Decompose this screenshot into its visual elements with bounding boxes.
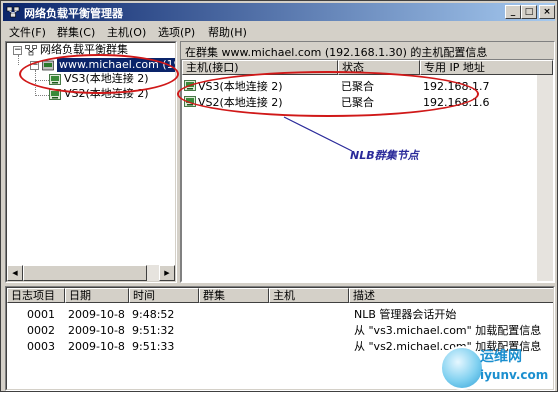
column-header-ip[interactable]: 专用 IP 地址 <box>420 60 553 75</box>
host-icon <box>184 96 196 107</box>
column-header-description[interactable]: 描述 <box>349 288 553 303</box>
log-description: NLB 管理器会话开始 <box>354 308 457 321</box>
tree-item-host-vs2[interactable]: VS2(本地连接 2) <box>64 87 149 101</box>
window-title: 网络负载平衡管理器 <box>24 7 123 20</box>
log-description: 从 "vs3.michael.com" 加载配置信息 <box>354 324 542 337</box>
close-button[interactable]: × <box>539 5 555 19</box>
host-icon <box>49 74 61 85</box>
nlb-manager-window: 网络负载平衡管理器 _ □ × 文件(F) 群集(C) 主机(O) 选项(P) … <box>0 0 558 392</box>
host-detail-panel: 在群集 www.michael.com (192.168.1.30) 的主机配置… <box>180 41 555 283</box>
watermark-text: 运维网 <box>480 349 522 365</box>
column-header-host[interactable]: 主机 <box>269 288 349 303</box>
minimize-button[interactable]: _ <box>505 5 521 19</box>
log-time: 9:48:52 <box>132 308 175 321</box>
log-date: 2009-10-8 <box>68 340 125 353</box>
log-id: 0003 <box>27 340 55 353</box>
menu-host[interactable]: 主机(O) <box>107 24 146 40</box>
nlb-manager-icon <box>6 6 20 18</box>
menu-options[interactable]: 选项(P) <box>158 24 195 40</box>
row-host: VS3(本地连接 2) <box>198 80 283 93</box>
column-header-cluster[interactable]: 群集 <box>199 288 269 303</box>
tree-connector <box>35 95 49 96</box>
log-date: 2009-10-8 <box>68 308 125 321</box>
annotation-label: NLB群集节点 <box>350 149 419 162</box>
log-time: 9:51:33 <box>132 340 175 353</box>
arrow-icon <box>283 116 353 152</box>
host-icon <box>49 89 61 100</box>
row-status: 已聚合 <box>341 80 374 93</box>
column-header-time[interactable]: 时间 <box>129 288 199 303</box>
column-header-host[interactable]: 主机(接口) <box>182 60 338 75</box>
detail-vertical-scrollbar[interactable] <box>537 75 553 281</box>
row-ip: 192.168.1.6 <box>423 96 490 109</box>
column-header-log-id[interactable]: 日志项目 <box>7 288 65 303</box>
log-date: 2009-10-8 <box>68 324 125 337</box>
cluster-tree[interactable]: − 网络负载平衡群集 − www.michael.com (192 VS3(本地… <box>6 42 176 282</box>
row-host: VS2(本地连接 2) <box>198 96 283 109</box>
tree-item-cluster[interactable]: www.michael.com (192 <box>57 58 175 72</box>
cluster-icon <box>25 45 37 56</box>
maximize-button[interactable]: □ <box>521 5 537 19</box>
tree-item-root[interactable]: 网络负载平衡群集 <box>40 43 128 57</box>
scroll-thumb[interactable] <box>23 265 147 281</box>
cluster-tree-panel: − 网络负载平衡群集 − www.michael.com (192 VS3(本地… <box>5 41 177 283</box>
menu-help[interactable]: 帮助(H) <box>208 24 247 40</box>
tree-connector <box>35 70 36 96</box>
watermark-globe-icon <box>440 346 484 390</box>
menu-bar: 文件(F) 群集(C) 主机(O) 选项(P) 帮助(H) <box>3 22 555 39</box>
watermark-url: iyunv.com <box>480 368 549 382</box>
host-list[interactable]: 主机(接口) 状态 专用 IP 地址 VS3(本地连接 2) 已聚合 192.1… <box>181 59 554 282</box>
scroll-right-button[interactable]: ▶ <box>159 265 175 281</box>
tree-horizontal-scrollbar[interactable]: ◀ ▶ <box>7 265 175 281</box>
log-id: 0001 <box>27 308 55 321</box>
title-bar[interactable]: 网络负载平衡管理器 _ □ × <box>3 3 555 21</box>
column-header-status[interactable]: 状态 <box>338 60 420 75</box>
cluster-icon <box>42 60 54 71</box>
column-header-date[interactable]: 日期 <box>65 288 129 303</box>
cluster-expander[interactable]: − <box>30 61 39 70</box>
scroll-left-button[interactable]: ◀ <box>7 265 23 281</box>
detail-caption: 在群集 www.michael.com (192.168.1.30) 的主机配置… <box>185 46 488 59</box>
tree-item-host-vs3[interactable]: VS3(本地连接 2) <box>64 72 149 86</box>
host-icon <box>184 80 196 91</box>
tree-connector <box>18 55 19 65</box>
row-ip: 192.168.1.7 <box>423 80 490 93</box>
root-expander[interactable]: − <box>13 46 22 55</box>
log-id: 0002 <box>27 324 55 337</box>
menu-file[interactable]: 文件(F) <box>9 24 46 40</box>
log-time: 9:51:32 <box>132 324 175 337</box>
menu-cluster[interactable]: 群集(C) <box>57 24 95 40</box>
tree-connector <box>35 80 49 81</box>
watermark-logo: 运维网 iyunv.com <box>440 344 552 392</box>
row-status: 已聚合 <box>341 96 374 109</box>
